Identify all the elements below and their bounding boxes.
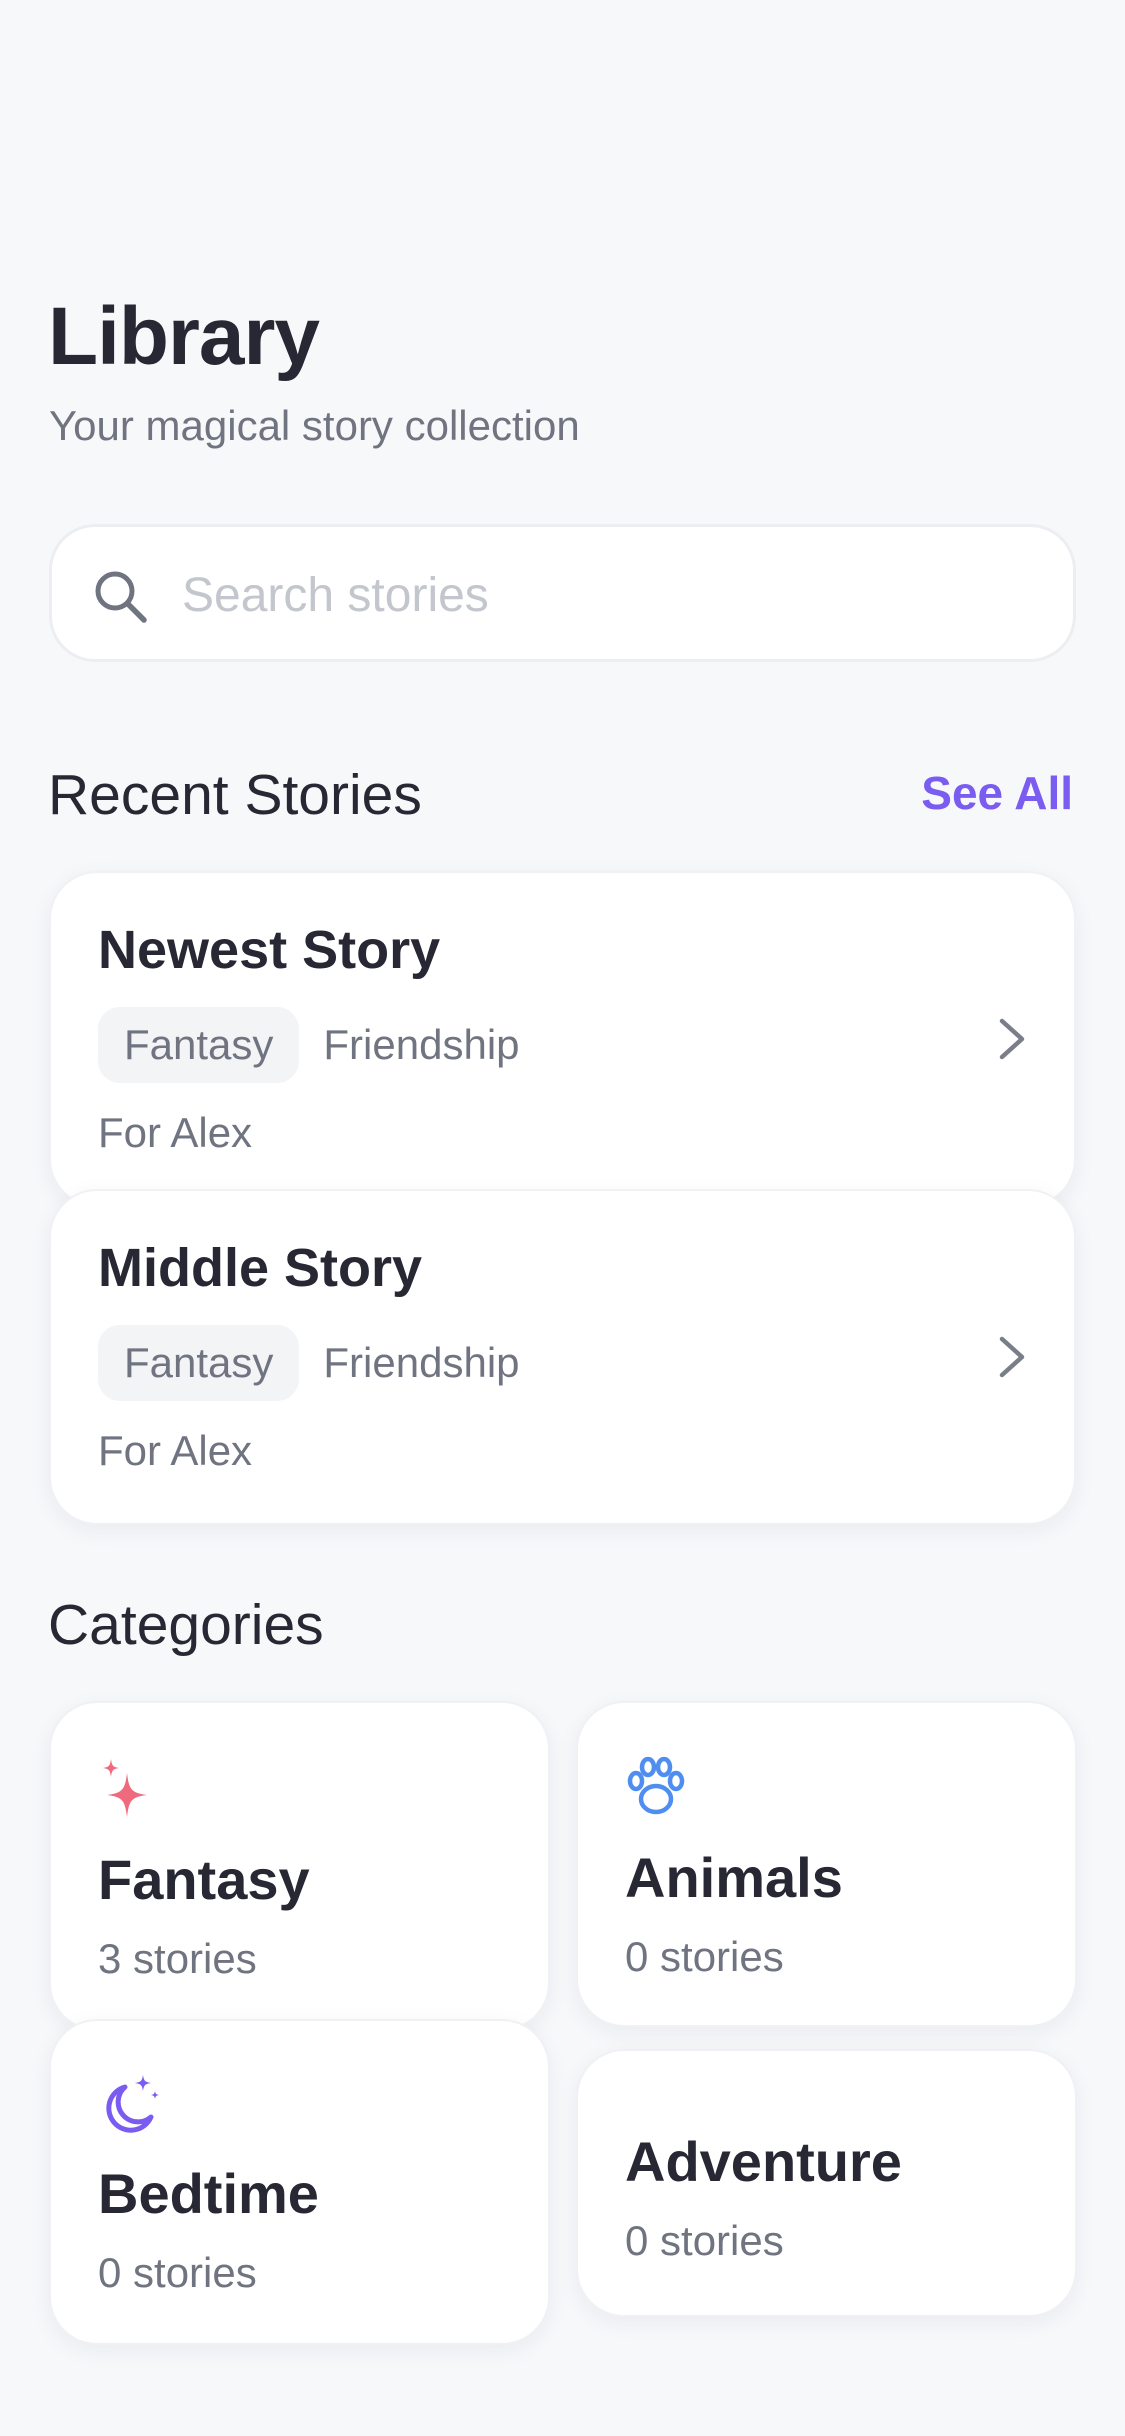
category-count: 0 stories	[98, 2249, 257, 2296]
story-tags: Fantasy Friendship	[98, 1007, 546, 1083]
recent-stories-heading: Recent Stories	[48, 763, 422, 827]
page-title: Library	[48, 291, 320, 382]
category-name: Adventure	[625, 2130, 902, 2193]
search-input[interactable]	[182, 557, 1042, 633]
category-name: Animals	[625, 1846, 843, 1909]
story-audience: For Alex	[98, 1109, 253, 1156]
category-count: 0 stories	[625, 1933, 784, 1980]
category-card-bedtime[interactable]: Bedtime 0 stories	[49, 2019, 550, 2345]
story-title: Middle Story	[98, 1238, 423, 1298]
story-tag: Friendship	[323, 1339, 520, 1386]
category-card-adventure[interactable]: Adventure 0 stories	[576, 2049, 1077, 2317]
story-title: Newest Story	[98, 920, 441, 980]
story-tags: Fantasy Friendship	[98, 1325, 546, 1401]
category-card-animals[interactable]: Animals 0 stories	[576, 1701, 1077, 2027]
story-card-middle[interactable]: Middle Story Fantasy Friendship For Alex	[49, 1189, 1076, 1525]
category-name: Bedtime	[98, 2162, 319, 2225]
chevron-right-icon	[999, 1336, 1025, 1378]
moon-stars-icon	[106, 2075, 159, 2133]
paw-icon	[627, 1756, 685, 1815]
story-audience: For Alex	[98, 1427, 253, 1474]
category-name: Fantasy	[98, 1848, 310, 1911]
story-tag: Friendship	[323, 1021, 520, 1068]
category-count: 0 stories	[625, 2217, 784, 2264]
search-bar[interactable]	[49, 524, 1076, 662]
search-icon	[95, 571, 147, 623]
categories-heading: Categories	[48, 1593, 324, 1657]
category-card-fantasy[interactable]: Fantasy 3 stories	[49, 1701, 550, 2031]
see-all-link[interactable]: See All	[921, 766, 1073, 820]
page-subtitle: Your magical story collection	[49, 402, 580, 449]
chevron-right-icon	[999, 1018, 1025, 1060]
category-count: 3 stories	[98, 1935, 257, 1982]
sparkles-icon	[103, 1759, 147, 1817]
story-tag: Fantasy	[98, 1325, 300, 1401]
story-card-newest[interactable]: Newest Story Fantasy Friendship For Alex	[49, 871, 1076, 1207]
library-screen: Library Your magical story collection Re…	[0, 0, 1125, 2436]
story-tag: Fantasy	[98, 1007, 300, 1083]
